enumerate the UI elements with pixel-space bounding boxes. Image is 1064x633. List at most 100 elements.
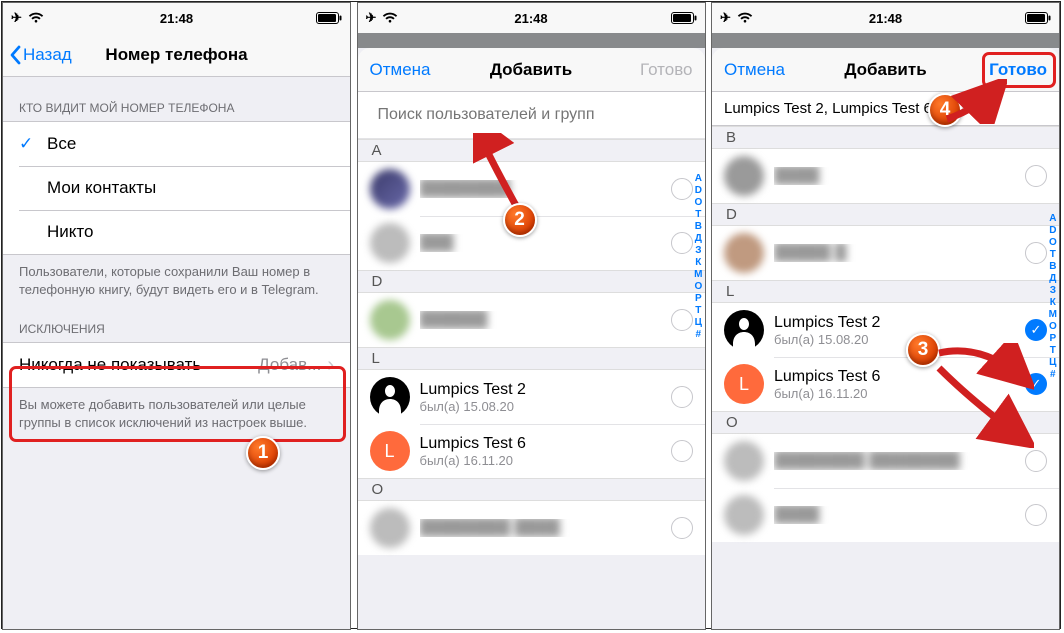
option-nobody[interactable]: Никто <box>3 210 350 254</box>
index-letter[interactable]: З <box>1049 285 1057 296</box>
section-exceptions-header: ИСКЛЮЧЕНИЯ <box>3 298 350 342</box>
select-radio[interactable] <box>1025 242 1047 264</box>
section-o: O <box>358 478 705 501</box>
contact-status: был(а) 16.11.20 <box>420 453 663 468</box>
contact-lumpics-2[interactable]: Lumpics Test 2был(а) 15.08.20 ✓ <box>712 303 1059 357</box>
index-letter[interactable]: # <box>694 329 702 340</box>
battery-icon <box>316 12 342 24</box>
contact-status: был(а) 15.08.20 <box>420 399 663 414</box>
contact-row-blurred[interactable]: █████ █ <box>712 226 1059 280</box>
search-field[interactable] <box>358 92 705 139</box>
option-all[interactable]: ✓Все <box>3 122 350 166</box>
badge-2: 2 <box>503 203 537 237</box>
option-label: Никто <box>47 222 93 242</box>
done-button[interactable]: Готово <box>989 60 1047 80</box>
done-button[interactable]: Готово <box>640 60 693 80</box>
contact-name: Lumpics Test 6 <box>420 435 663 453</box>
section-index[interactable]: ADOTВДЗКМОРТЦ# <box>1049 213 1057 380</box>
index-letter[interactable]: О <box>1049 321 1057 332</box>
select-radio[interactable] <box>671 517 693 539</box>
index-letter[interactable]: A <box>1049 213 1057 224</box>
badge-1: 1 <box>246 436 280 470</box>
index-letter[interactable]: D <box>694 185 702 196</box>
index-letter[interactable]: М <box>1049 309 1057 320</box>
index-letter[interactable]: К <box>694 257 702 268</box>
index-letter[interactable]: Ц <box>1049 357 1057 368</box>
select-radio-checked[interactable]: ✓ <box>1025 373 1047 395</box>
section-l: L <box>358 347 705 370</box>
contact-status: был(а) 16.11.20 <box>774 386 1017 401</box>
contact-name: Lumpics Test 2 <box>774 314 1017 332</box>
badge-4: 4 <box>928 93 962 127</box>
index-letter[interactable]: D <box>1049 225 1057 236</box>
index-letter[interactable]: К <box>1049 297 1057 308</box>
select-radio[interactable] <box>671 232 693 254</box>
index-letter[interactable]: T <box>1049 249 1057 260</box>
screen-3: ✈ 21:48 Отмена Добавить Готово Lumpics T… <box>711 2 1060 630</box>
avatar: L <box>724 364 764 404</box>
battery-icon <box>671 12 697 24</box>
contact-row-blurred[interactable]: ██████ <box>358 293 705 347</box>
select-radio[interactable] <box>1025 504 1047 526</box>
index-letter[interactable]: В <box>694 221 702 232</box>
contact-name-blurred: ████ <box>774 167 1017 185</box>
index-letter[interactable]: Р <box>694 293 702 304</box>
index-letter[interactable]: Т <box>1049 345 1057 356</box>
nav-bar: Назад Номер телефона <box>3 33 350 77</box>
contact-row-blurred[interactable]: ████ <box>712 488 1059 542</box>
contact-lumpics-6[interactable]: L Lumpics Test 6был(а) 16.11.20 <box>358 424 705 478</box>
index-letter[interactable]: O <box>1049 237 1057 248</box>
contact-row-blurred[interactable]: ████████ ████████ <box>712 434 1059 488</box>
status-bar: ✈ 21:48 <box>712 3 1059 33</box>
contact-name-blurred: █████ █ <box>774 244 1017 262</box>
index-letter[interactable]: O <box>694 197 702 208</box>
index-letter[interactable]: З <box>694 245 702 256</box>
select-radio[interactable] <box>671 178 693 200</box>
cancel-button[interactable]: Отмена <box>724 60 785 80</box>
index-letter[interactable]: T <box>694 209 702 220</box>
contact-row-blurred[interactable]: ████ <box>712 149 1059 203</box>
select-radio[interactable] <box>671 309 693 331</box>
index-letter[interactable]: Т <box>694 305 702 316</box>
index-letter[interactable]: Р <box>1049 333 1057 344</box>
index-letter[interactable]: Д <box>694 233 702 244</box>
section-index[interactable]: ADOTВДЗКМОРТЦ# <box>694 173 702 340</box>
select-radio[interactable] <box>1025 165 1047 187</box>
status-bar: ✈ 21:48 <box>358 3 705 33</box>
option-contacts[interactable]: Мои контакты <box>3 166 350 210</box>
screen-2: ✈ 21:48 Отмена Добавить Готово A ███████… <box>357 2 706 630</box>
sheet-gap <box>712 33 1059 48</box>
avatar <box>724 156 764 196</box>
index-letter[interactable]: В <box>1049 261 1057 272</box>
section-d: D <box>712 203 1059 226</box>
index-letter[interactable]: М <box>694 269 702 280</box>
index-letter[interactable]: Д <box>1049 273 1057 284</box>
never-show-cell[interactable]: Никогда не показывать Добав... › <box>3 343 350 387</box>
search-input[interactable] <box>370 100 693 130</box>
select-radio-checked[interactable]: ✓ <box>1025 319 1047 341</box>
status-time: 21:48 <box>160 11 193 26</box>
contact-lumpics-6[interactable]: L Lumpics Test 6был(а) 16.11.20 ✓ <box>712 357 1059 411</box>
contact-name-blurred: ███ <box>420 234 663 252</box>
status-time: 21:48 <box>514 11 547 26</box>
contact-status: был(а) 15.08.20 <box>774 332 1017 347</box>
select-radio[interactable] <box>1025 450 1047 472</box>
nav-title: Номер телефона <box>105 45 247 65</box>
never-show-label: Никогда не показывать <box>19 355 201 375</box>
select-radio[interactable] <box>671 440 693 462</box>
index-letter[interactable]: A <box>694 173 702 184</box>
wifi-icon <box>28 12 44 24</box>
selected-chips[interactable]: Lumpics Test 2, Lumpics Test 6 <box>712 92 1059 126</box>
index-letter[interactable]: # <box>1049 369 1057 380</box>
cancel-button[interactable]: Отмена <box>370 60 431 80</box>
airplane-icon: ✈ <box>11 10 22 26</box>
nav-bar: Отмена Добавить Готово <box>712 48 1059 92</box>
sheet-gap <box>358 33 705 48</box>
back-button[interactable]: Назад <box>9 45 72 65</box>
contact-row-blurred[interactable]: ████████ ████ <box>358 501 705 555</box>
index-letter[interactable]: О <box>694 281 702 292</box>
index-letter[interactable]: Ц <box>694 317 702 328</box>
exceptions-group: Никогда не показывать Добав... › <box>3 342 350 388</box>
contact-lumpics-2[interactable]: Lumpics Test 2был(а) 15.08.20 <box>358 370 705 424</box>
select-radio[interactable] <box>671 386 693 408</box>
